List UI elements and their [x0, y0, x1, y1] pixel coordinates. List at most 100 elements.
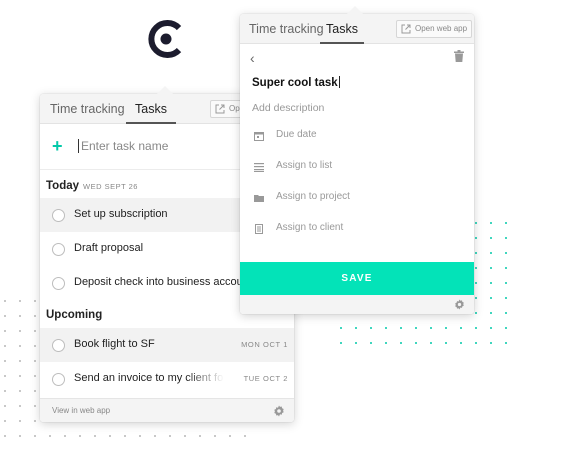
decorative-dot — [490, 267, 492, 269]
assign-client-label: Assign to client — [276, 222, 344, 233]
save-button[interactable]: SAVE — [240, 262, 474, 295]
clockify-logo — [148, 20, 182, 58]
open-web-app-button[interactable]: Open web app — [396, 20, 473, 38]
decorative-dot — [490, 222, 492, 224]
decorative-dot — [475, 267, 477, 269]
external-link-icon — [215, 104, 225, 114]
decorative-dot — [475, 222, 477, 224]
view-in-web-app-link[interactable]: View in web app — [52, 406, 110, 415]
section-upcoming-label: Upcoming — [46, 309, 103, 321]
tab-tasks[interactable]: Tasks — [320, 14, 364, 44]
decorative-dot — [475, 327, 477, 329]
decorative-dot — [109, 435, 111, 437]
decorative-dot — [385, 327, 387, 329]
back-arrow-icon[interactable]: ‹ — [250, 50, 255, 66]
decorative-dot — [64, 435, 66, 437]
decorative-dot — [19, 315, 21, 317]
decorative-dot — [49, 435, 51, 437]
decorative-dot — [19, 420, 21, 422]
decorative-dot — [19, 330, 21, 332]
decorative-dot — [34, 300, 36, 302]
decorative-dot — [19, 375, 21, 377]
list-icon — [254, 163, 264, 172]
decorative-dot — [475, 342, 477, 344]
decorative-dot — [340, 342, 342, 344]
section-today-label: Today — [46, 180, 80, 192]
client-icon — [255, 224, 263, 234]
decorative-dot — [4, 345, 6, 347]
tab-time-tracking[interactable]: Time tracking — [50, 94, 125, 124]
trash-icon[interactable] — [454, 50, 464, 62]
tab-tasks[interactable]: Tasks — [126, 94, 176, 124]
description-field[interactable]: Add description — [252, 102, 324, 114]
decorative-dot — [199, 435, 201, 437]
external-link-icon — [401, 24, 411, 34]
decorative-dot — [19, 435, 21, 437]
decorative-dot — [415, 327, 417, 329]
decorative-dot — [34, 345, 36, 347]
decorative-dot — [505, 327, 507, 329]
task-checkbox[interactable] — [52, 373, 65, 386]
decorative-dot — [355, 342, 357, 344]
decorative-dot — [139, 435, 141, 437]
decorative-dot — [19, 360, 21, 362]
decorative-dot — [4, 360, 6, 362]
calendar-icon — [254, 132, 264, 141]
decorative-dot — [490, 237, 492, 239]
section-upcoming: Upcoming — [46, 309, 102, 321]
decorative-dot — [505, 267, 507, 269]
assign-list-field[interactable]: Assign to list — [240, 160, 474, 180]
decorative-dot — [490, 312, 492, 314]
decorative-dot — [505, 312, 507, 314]
task-checkbox[interactable] — [52, 277, 65, 290]
decorative-dot — [4, 435, 6, 437]
decorative-dot — [430, 327, 432, 329]
task-row[interactable]: Book flight to SF MON OCT 1 — [40, 328, 294, 362]
section-today: Today WED SEPT 26 — [46, 180, 138, 192]
gear-icon[interactable] — [454, 299, 465, 310]
decorative-dot — [4, 390, 6, 392]
decorative-dot — [490, 252, 492, 254]
decorative-dot — [94, 435, 96, 437]
task-checkbox[interactable] — [52, 243, 65, 256]
decorative-dot — [154, 435, 156, 437]
decorative-dot — [370, 327, 372, 329]
decorative-dot — [124, 435, 126, 437]
decorative-dot — [214, 435, 216, 437]
decorative-dot — [34, 390, 36, 392]
task-checkbox[interactable] — [52, 339, 65, 352]
due-date-field[interactable]: Due date — [240, 129, 474, 149]
popover-caret — [157, 86, 173, 94]
decorative-dot — [415, 342, 417, 344]
assign-project-field[interactable]: Assign to project — [240, 191, 474, 211]
task-title-input[interactable]: Super cool task — [252, 76, 340, 89]
decorative-dot — [460, 327, 462, 329]
task-title-text: Super cool task — [252, 77, 338, 89]
decorative-dot — [505, 282, 507, 284]
plus-icon[interactable]: + — [52, 136, 63, 156]
decorative-dot — [4, 405, 6, 407]
assign-client-field[interactable]: Assign to client — [240, 222, 474, 242]
due-date-label: Due date — [276, 129, 317, 140]
decorative-dot — [445, 327, 447, 329]
task-row[interactable]: Send an invoice to my client for the TUE… — [40, 362, 294, 396]
decorative-dot — [34, 360, 36, 362]
task-due-date: MON OCT 1 — [237, 340, 288, 349]
gear-icon[interactable] — [273, 405, 285, 417]
decorative-dot — [445, 342, 447, 344]
task-label: Send an invoice to my client for the — [74, 372, 224, 384]
decorative-dot — [34, 435, 36, 437]
decorative-dot — [19, 405, 21, 407]
task-checkbox[interactable] — [52, 209, 65, 222]
decorative-dot — [475, 282, 477, 284]
decorative-dot — [490, 282, 492, 284]
decorative-dot — [4, 315, 6, 317]
decorative-dot — [34, 420, 36, 422]
decorative-dot — [4, 330, 6, 332]
decorative-dot — [4, 375, 6, 377]
decorative-dot — [475, 312, 477, 314]
tab-time-tracking[interactable]: Time tracking — [249, 14, 324, 44]
decorative-dot — [340, 327, 342, 329]
assign-list-label: Assign to list — [276, 160, 333, 171]
decorative-dot — [505, 342, 507, 344]
